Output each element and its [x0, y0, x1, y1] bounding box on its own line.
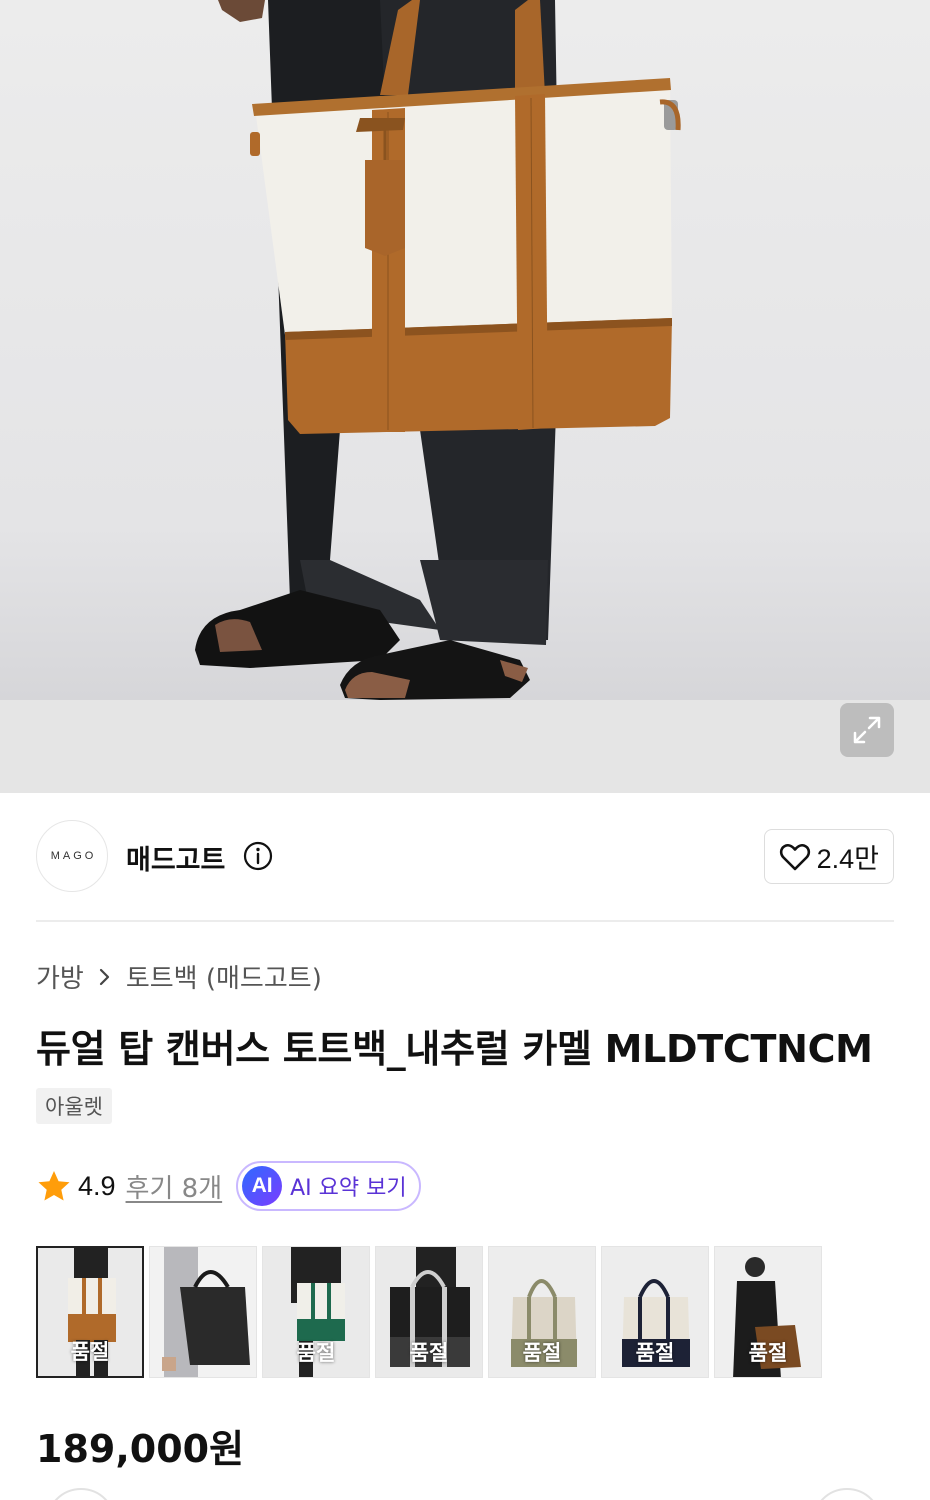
rating-row: 4.9 후기 8개 AI AI 요약 보기 [36, 1160, 421, 1212]
info-circle-icon[interactable] [243, 841, 273, 871]
soldout-label: 품절 [522, 1341, 562, 1365]
outlet-tag: 아울렛 [36, 1088, 112, 1124]
bottom-circle-right[interactable] [812, 1488, 882, 1500]
product-price: 189,000원 [36, 1427, 245, 1471]
divider [36, 920, 894, 922]
bottom-circle-left[interactable] [46, 1488, 116, 1500]
soldout-label: 품절 [635, 1341, 675, 1365]
soldout-label: 품절 [748, 1341, 788, 1365]
thumbnail-option[interactable]: 품절 [601, 1246, 709, 1378]
soldout-label: 품절 [296, 1341, 336, 1365]
thumbnail-option[interactable]: 품절 [375, 1246, 483, 1378]
expand-arrows-icon [853, 716, 881, 744]
color-option-thumbnails: 품절 품절 품절 품절 품절 품절 [36, 1246, 822, 1378]
breadcrumb-subcategory[interactable]: 토트백 (매드고트) [126, 958, 322, 995]
thumbnail-option[interactable]: 품절 [714, 1246, 822, 1378]
chevron-right-icon [99, 968, 109, 985]
star-filled-icon [38, 1171, 70, 1201]
soldout-label: 품절 [70, 1340, 110, 1364]
ai-summary-button[interactable]: AI AI 요약 보기 [236, 1161, 421, 1211]
brand-logo-text: MAGO [50, 850, 97, 862]
like-count: 2.4만 [816, 844, 879, 874]
rating-value: 4.9 [78, 1170, 116, 1201]
product-image-area[interactable] [0, 0, 930, 793]
product-title: 듀얼 탑 캔버스 토트백_내추럴 카멜 MLDTCTNCM [36, 1027, 873, 1071]
thumbnail-option[interactable]: 품절 [262, 1246, 370, 1378]
product-main-photo[interactable] [0, 0, 930, 700]
expand-image-button[interactable] [840, 703, 894, 757]
brand-name[interactable]: 매드고트 [126, 838, 225, 877]
soldout-label: 품절 [409, 1341, 449, 1365]
brand-logo[interactable]: MAGO [36, 820, 108, 892]
thumbnail-option[interactable] [149, 1246, 257, 1378]
ai-summary-label: AI 요약 보기 [290, 1176, 407, 1201]
thumbnail-option[interactable]: 품절 [488, 1246, 596, 1378]
ai-badge-icon: AI [242, 1166, 283, 1206]
seller-row: MAGO 매드고트 2.4만 [36, 820, 894, 894]
review-count-link[interactable]: 후기 8개 [126, 1168, 223, 1205]
like-button[interactable]: 2.4만 [763, 829, 894, 884]
breadcrumb: 가방 토트백 (매드고트) [36, 958, 322, 995]
thumbnail-option[interactable]: 품절 [36, 1246, 144, 1378]
heart-outline-icon [779, 843, 810, 870]
breadcrumb-category[interactable]: 가방 [36, 958, 84, 995]
